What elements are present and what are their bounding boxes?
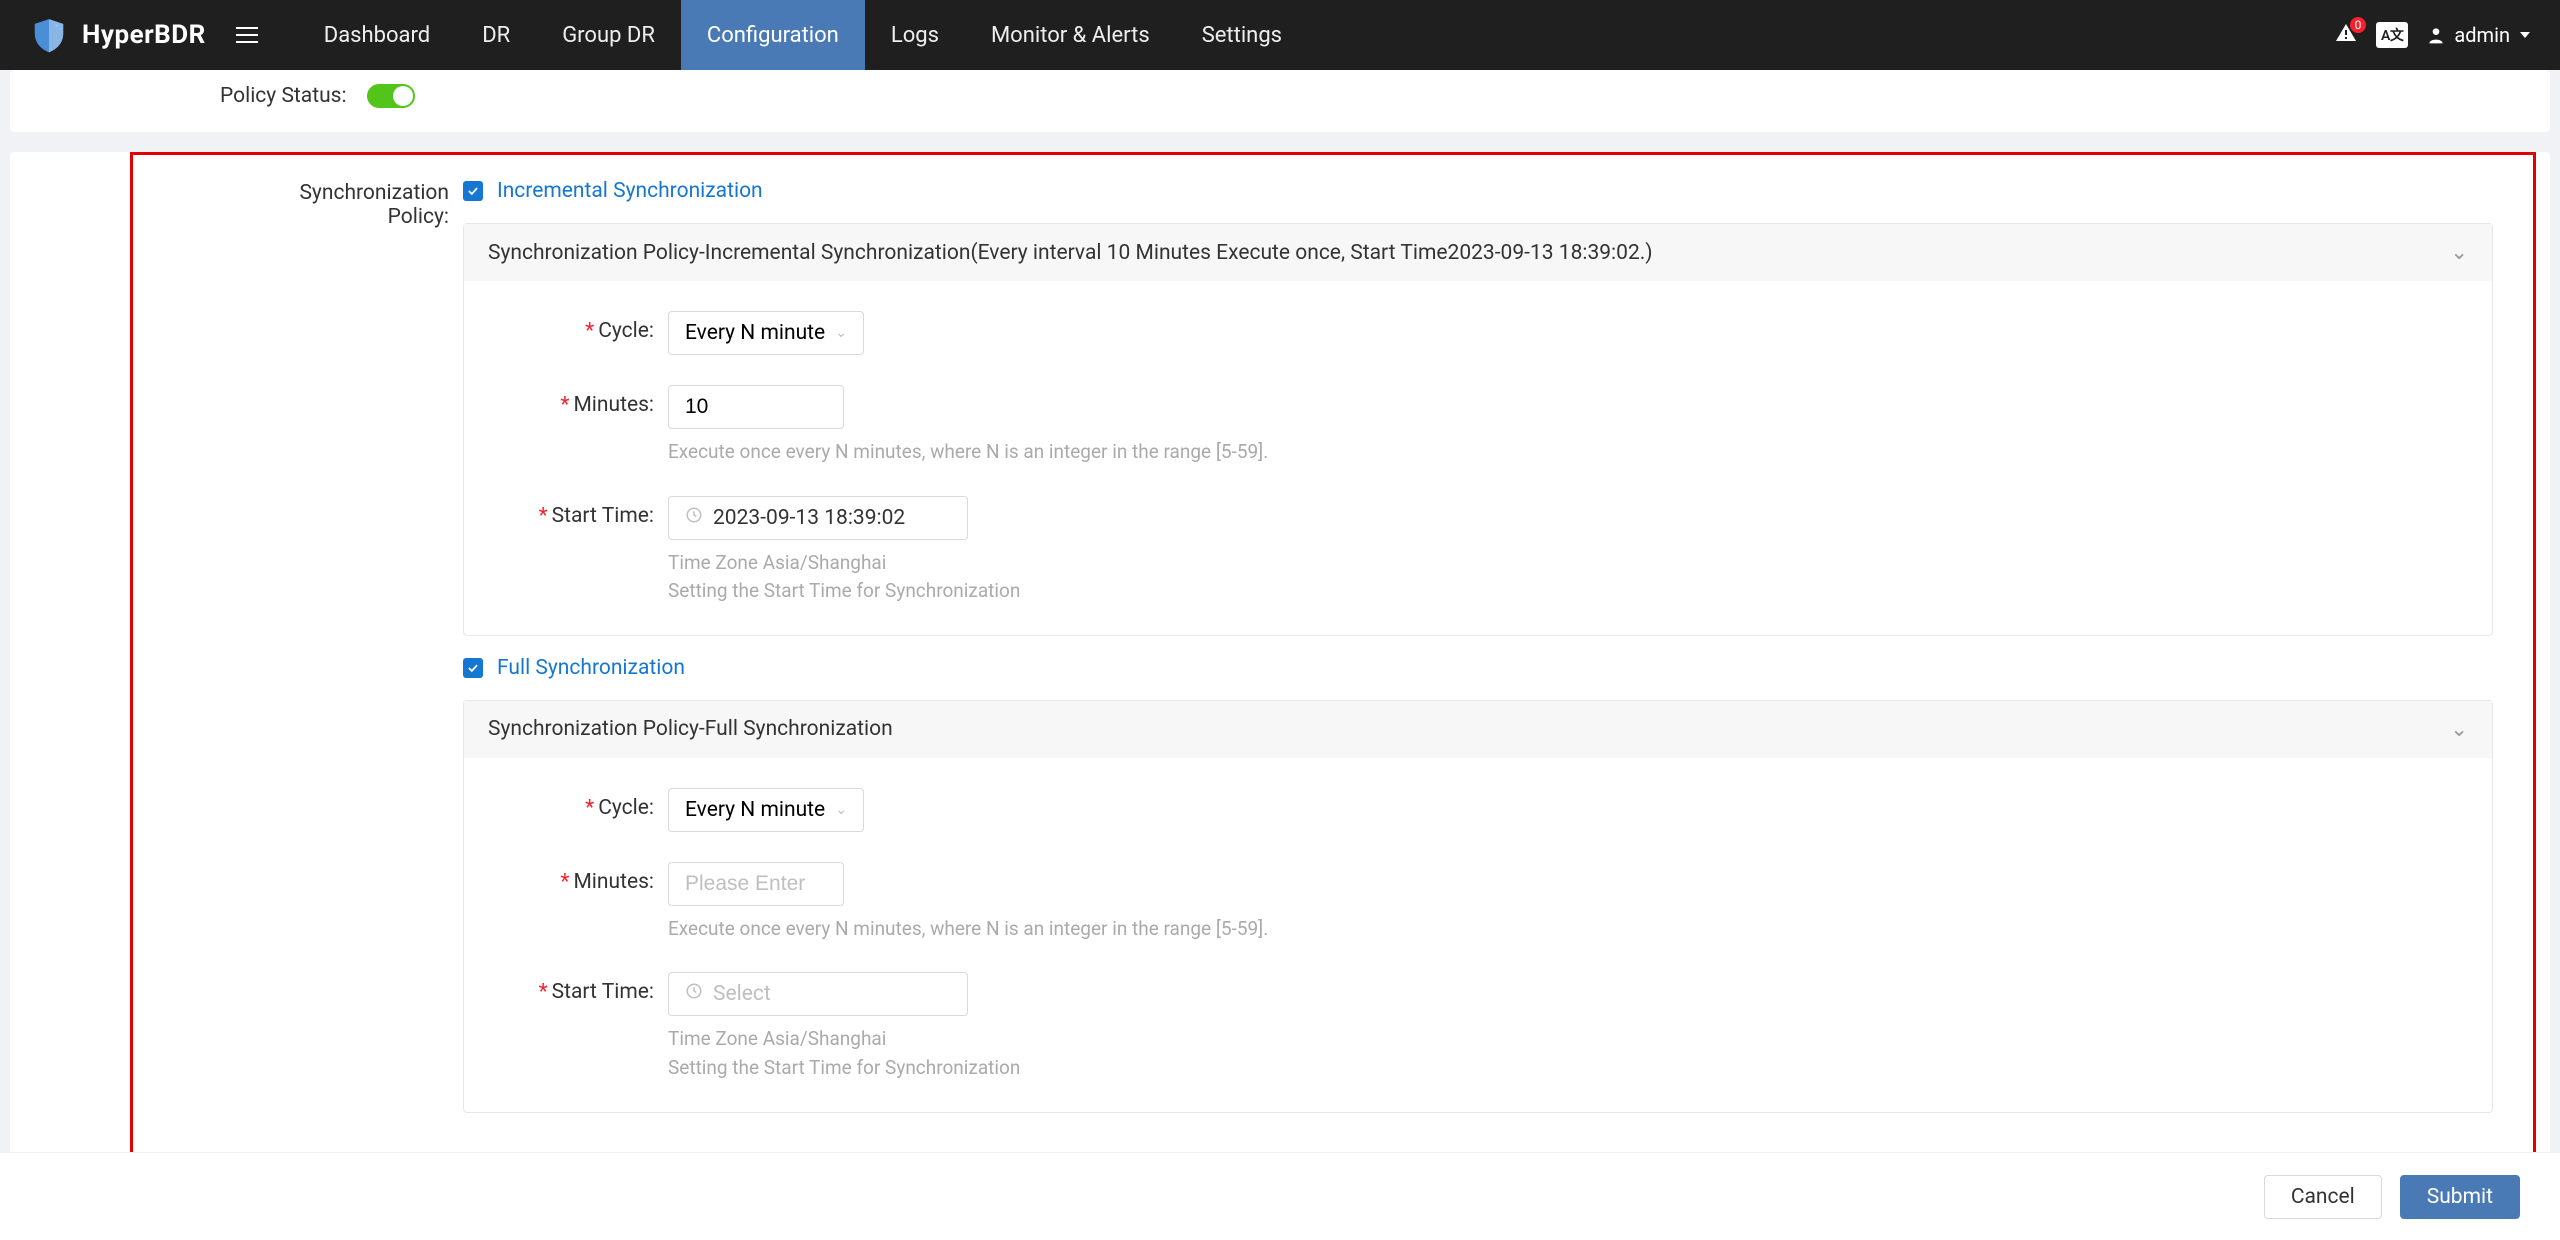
page-body: Policy Status: Synchronization Policy: I… [0, 70, 2560, 1240]
inc-minutes-input[interactable] [685, 395, 827, 419]
full-cycle-value: Every N minute [685, 798, 825, 822]
clock-icon [685, 982, 703, 1006]
logo[interactable]: HyperBDR [30, 16, 206, 54]
check-icon [466, 184, 480, 198]
submit-button[interactable]: Submit [2400, 1175, 2520, 1219]
footer-bar: Cancel Submit [0, 1152, 2560, 1240]
full-start-placeholder: Select [713, 982, 771, 1006]
language-switch[interactable]: A文 [2376, 22, 2408, 48]
user-label: admin [2454, 23, 2510, 47]
chevron-down-icon: ⌄ [835, 802, 847, 818]
policy-status-toggle[interactable] [367, 84, 415, 108]
inc-minutes-label: Minutes: [573, 393, 654, 417]
nav-dr[interactable]: DR [456, 0, 536, 70]
inc-cycle-select[interactable]: Every N minute ⌄ [668, 311, 864, 355]
sync-policy-label: Synchronization Policy: [263, 179, 463, 229]
full-sync-label: Full Synchronization [497, 656, 685, 680]
inc-cycle-value: Every N minute [685, 321, 825, 345]
full-sync-checkbox[interactable] [463, 658, 483, 678]
full-minutes-label: Minutes: [573, 870, 654, 894]
full-minutes-input-wrap [668, 862, 844, 906]
full-cycle-label: Cycle: [598, 796, 654, 820]
brand-text: HyperBDR [82, 20, 206, 50]
user-icon [2426, 25, 2446, 45]
nav-settings[interactable]: Settings [1176, 0, 1308, 70]
full-panel-title: Synchronization Policy-Full Synchronizat… [488, 717, 893, 741]
cancel-button[interactable]: Cancel [2264, 1175, 2382, 1219]
incremental-panel-header[interactable]: Synchronization Policy-Incremental Synch… [464, 224, 2492, 281]
full-panel-header[interactable]: Synchronization Policy-Full Synchronizat… [464, 701, 2492, 758]
shield-icon [30, 16, 68, 54]
main-nav: Dashboard DR Group DR Configuration Logs… [298, 0, 1308, 70]
chevron-down-icon: ⌄ [835, 325, 847, 341]
topbar-right: 0 A文 admin [2334, 21, 2530, 49]
notification-badge: 0 [2350, 17, 2366, 33]
full-start-label: Start Time: [552, 980, 654, 1004]
sync-policy-highlight: Synchronization Policy: Incremental Sync… [130, 152, 2536, 1160]
nav-group-dr[interactable]: Group DR [536, 0, 681, 70]
inc-minutes-input-wrap [668, 385, 844, 429]
nav-dashboard[interactable]: Dashboard [298, 0, 456, 70]
incremental-panel: Synchronization Policy-Incremental Synch… [463, 223, 2493, 636]
sync-policy-card: Synchronization Policy: Incremental Sync… [10, 152, 2550, 1194]
check-icon [466, 661, 480, 675]
inc-tz-hint: Time Zone Asia/Shanghai [668, 550, 2468, 577]
clock-icon [685, 506, 703, 530]
inc-start-hint: Setting the Start Time for Synchronizati… [668, 578, 2468, 605]
full-start-hint: Setting the Start Time for Synchronizati… [668, 1055, 2468, 1082]
incremental-panel-title: Synchronization Policy-Incremental Synch… [488, 241, 1653, 265]
notifications-button[interactable]: 0 [2334, 21, 2358, 49]
incremental-sync-label: Incremental Synchronization [497, 179, 763, 203]
full-start-picker[interactable]: Select [668, 972, 968, 1016]
user-menu[interactable]: admin [2426, 23, 2530, 47]
full-minutes-input[interactable] [685, 872, 827, 896]
inc-start-value: 2023-09-13 18:39:02 [713, 506, 905, 530]
inc-start-picker[interactable]: 2023-09-13 18:39:02 [668, 496, 968, 540]
policy-status-card: Policy Status: [10, 70, 2550, 132]
nav-configuration[interactable]: Configuration [681, 0, 865, 70]
inc-start-label: Start Time: [552, 504, 654, 528]
chevron-down-icon [2520, 32, 2530, 38]
chevron-down-icon: ⌄ [2450, 717, 2468, 742]
incremental-sync-checkbox-row: Incremental Synchronization [463, 179, 2493, 203]
full-minutes-hint: Execute once every N minutes, where N is… [668, 916, 2468, 943]
full-sync-checkbox-row: Full Synchronization [463, 656, 2493, 680]
full-panel: Synchronization Policy-Full Synchronizat… [463, 700, 2493, 1113]
incremental-sync-checkbox[interactable] [463, 181, 483, 201]
full-cycle-select[interactable]: Every N minute ⌄ [668, 788, 864, 832]
nav-logs[interactable]: Logs [865, 0, 965, 70]
nav-monitor-alerts[interactable]: Monitor & Alerts [965, 0, 1176, 70]
topbar: HyperBDR Dashboard DR Group DR Configura… [0, 0, 2560, 70]
inc-cycle-label: Cycle: [598, 319, 654, 343]
inc-minutes-hint: Execute once every N minutes, where N is… [668, 439, 2468, 466]
full-tz-hint: Time Zone Asia/Shanghai [668, 1026, 2468, 1053]
chevron-down-icon: ⌄ [2450, 240, 2468, 265]
hamburger-icon[interactable] [236, 27, 258, 43]
policy-status-label: Policy Status: [220, 84, 347, 108]
